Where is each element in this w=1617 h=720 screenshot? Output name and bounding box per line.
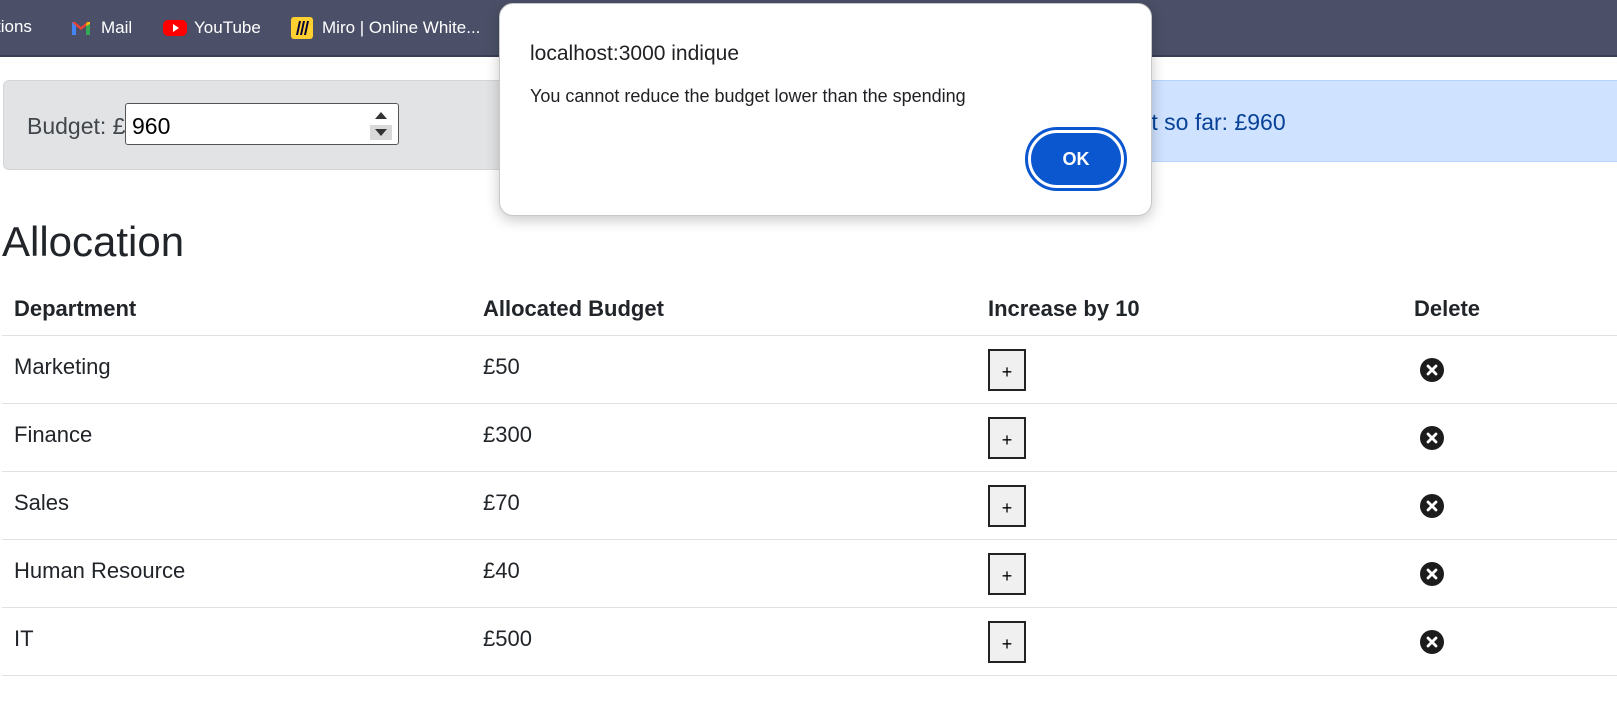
header-increase: Increase by 10 [988, 296, 1140, 321]
delete-icon[interactable] [1420, 630, 1444, 654]
miro-icon [291, 17, 313, 39]
table-row: Marketing £50 + [2, 336, 1617, 404]
header-department: Department [14, 296, 137, 321]
header-delete: Delete [1414, 296, 1481, 321]
budget-panel: Budget: £ 960 [3, 80, 543, 170]
spin-up-arrow-icon[interactable] [370, 108, 392, 123]
increase-button[interactable]: + [988, 417, 1026, 459]
delete-icon[interactable] [1420, 562, 1444, 586]
department-name: IT [14, 626, 34, 651]
budget-label: Budget: £ [27, 113, 126, 139]
table-row: Human Resource £40 + [2, 540, 1617, 608]
bookmark-item-partial[interactable]: tions [0, 17, 32, 37]
table-row: Sales £70 + [2, 472, 1617, 540]
budget-spinner[interactable] [370, 108, 392, 140]
delete-icon[interactable] [1420, 358, 1444, 382]
table-header-row: Department Allocated Budget Increase by … [2, 282, 1617, 336]
table-row: IT £500 + [2, 608, 1617, 676]
allocated-budget: £70 [483, 490, 520, 515]
department-name: Finance [14, 422, 93, 447]
ok-button[interactable]: OK [1025, 127, 1127, 191]
spin-down-arrow-icon[interactable] [370, 125, 392, 140]
increase-button[interactable]: + [988, 621, 1026, 663]
department-name: Human Resource [14, 558, 186, 583]
allocation-table: Department Allocated Budget Increase by … [2, 282, 1617, 676]
bookmark-label: Mail [101, 18, 133, 37]
bookmark-label: Miro | Online White... [322, 18, 481, 37]
youtube-icon [163, 17, 187, 39]
increase-button[interactable]: + [988, 485, 1026, 527]
bookmark-item-miro[interactable]: Miro | Online White... [291, 17, 480, 39]
allocated-budget: £300 [483, 422, 532, 447]
alert-dialog: localhost:3000 indique You cannot reduce… [499, 3, 1152, 216]
dialog-message: You cannot reduce the budget lower than … [530, 86, 966, 106]
table-row: Finance £300 + [2, 404, 1617, 472]
increase-button[interactable]: + [988, 349, 1026, 391]
bookmark-item-mail[interactable]: Mail [70, 17, 132, 39]
gmail-icon [70, 17, 92, 39]
bookmark-item-youtube[interactable]: YouTube [163, 17, 261, 39]
dialog-title: localhost:3000 indique [530, 42, 739, 65]
department-name: Marketing [14, 354, 111, 379]
header-allocated-budget: Allocated Budget [483, 296, 664, 321]
allocated-budget: £50 [483, 354, 520, 379]
budget-input-value: 960 [132, 113, 171, 139]
bookmark-label: tions [0, 17, 32, 36]
delete-icon[interactable] [1420, 494, 1444, 518]
allocated-budget: £500 [483, 626, 532, 651]
bookmark-label: YouTube [194, 18, 261, 37]
delete-icon[interactable] [1420, 426, 1444, 450]
allocation-title: Allocation [2, 218, 185, 265]
budget-input[interactable]: 960 [125, 103, 399, 145]
allocated-budget: £40 [483, 558, 520, 583]
spent-panel: pent so far: £960 [1100, 80, 1617, 162]
increase-button[interactable]: + [988, 553, 1026, 595]
department-name: Sales [14, 490, 70, 515]
